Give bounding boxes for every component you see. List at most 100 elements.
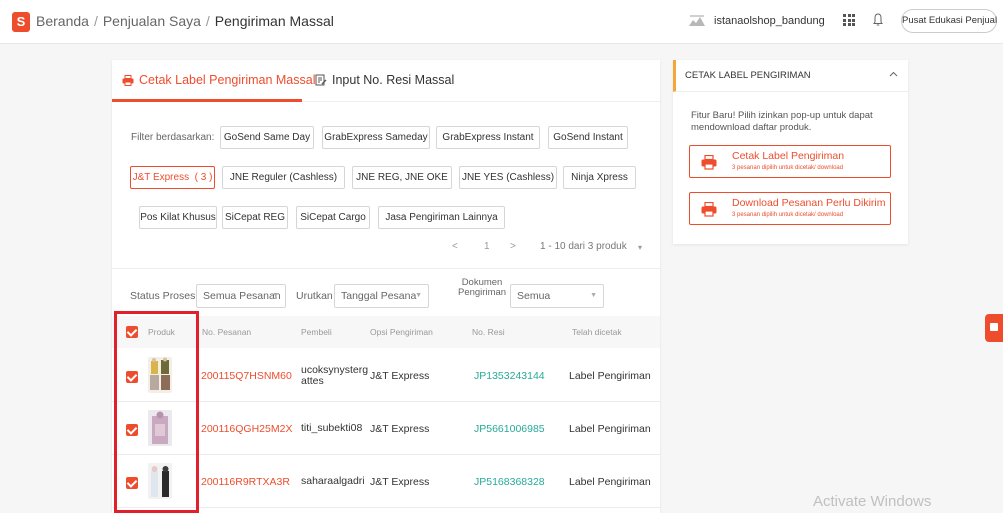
shop-account[interactable]: istanaolshop_bandung <box>688 10 825 32</box>
apps-grid-icon[interactable] <box>843 14 855 26</box>
sort-value: Tanggal Pesana <box>341 290 417 302</box>
printed-status: Label Pengiriman <box>569 370 651 382</box>
seller-education-button[interactable]: Pusat Edukasi Penjual <box>901 9 997 33</box>
chevron-down-icon: ▼ <box>415 292 422 299</box>
download-orders-button[interactable]: Download Pesanan Perlu Dikirim 3 pesanan… <box>689 192 891 225</box>
tracking-number[interactable]: JP5168368328 <box>474 476 545 488</box>
download-orders-button-sub: 3 pesanan dipilih untuk dicetak/ downloa… <box>732 212 844 218</box>
order-number[interactable]: 200116QGH25M2X <box>201 423 292 435</box>
status-dropdown[interactable]: Semua Pesanan ▼ <box>196 284 286 308</box>
row-checkbox[interactable] <box>126 371 138 383</box>
chevron-down-icon: ▼ <box>590 292 597 299</box>
sort-dropdown[interactable]: Tanggal Pesana ▼ <box>334 284 429 308</box>
table-row[interactable]: 200116QGH25M2X titi_subekti08 J&T Expres… <box>112 403 660 455</box>
row-checkbox[interactable] <box>126 424 138 436</box>
breadcrumb-current: Pengiriman Massal <box>214 13 334 29</box>
buyer-name-line2: attes <box>301 375 324 387</box>
print-label-button[interactable]: Cetak Label Pengiriman 3 pesanan dipilih… <box>689 145 891 178</box>
buyer-name: ucoksynysterg attes <box>301 365 368 387</box>
shop-avatar-icon <box>689 15 705 26</box>
filter-chip[interactable]: GrabExpress Sameday <box>322 126 430 149</box>
document-dropdown[interactable]: Semua ▼ <box>510 284 604 308</box>
chevron-down-icon: ▼ <box>272 292 279 299</box>
filter-chip[interactable]: GrabExpress Instant <box>436 126 540 149</box>
shop-name: istanaolshop_bandung <box>714 15 825 27</box>
tab-label: Cetak Label Pengiriman Massal <box>139 73 316 87</box>
filter-chip[interactable]: SiCepat Cargo <box>296 206 370 229</box>
buyer-name: saharaalgadri <box>301 475 365 487</box>
filter-chip[interactable]: GoSend Instant <box>548 126 628 149</box>
filter-chip[interactable]: JNE REG, JNE OKE <box>352 166 452 189</box>
pagination-range: 1 - 10 dari 3 produk <box>540 241 627 252</box>
main-card: Cetak Label Pengiriman Massal Input No. … <box>112 60 660 513</box>
order-number[interactable]: 200115Q7HSNM60 <box>201 370 292 382</box>
shipping-option: J&T Express <box>370 370 430 382</box>
filter-chip[interactable]: GoSend Same Day <box>220 126 314 149</box>
printed-status: Label Pengiriman <box>569 476 651 488</box>
filter-chip[interactable]: Pos Kilat Khusus <box>139 206 217 229</box>
filter-chip-selected[interactable]: J&T Express ( 3 ) <box>130 166 215 189</box>
product-thumbnail[interactable] <box>148 463 172 499</box>
pagination-prev[interactable]: < <box>452 241 458 252</box>
filter-chip[interactable]: Jasa Pengiriman Lainnya <box>378 206 505 229</box>
document-label-line2: Pengiriman <box>458 287 507 298</box>
document-edit-icon <box>315 74 327 86</box>
breadcrumb: Beranda / Penjualan Saya / Pengiriman Massal <box>36 13 334 29</box>
table-row[interactable]: 200115Q7HSNM60 ucoksynysterg attes J&T E… <box>112 350 660 402</box>
print-label-panel: CETAK LABEL PENGIRIMAN Fitur Baru! Pilih… <box>673 60 908 244</box>
shipping-option: J&T Express <box>370 423 430 435</box>
breadcrumb-separator: / <box>93 13 98 29</box>
select-all-checkbox[interactable] <box>126 326 138 338</box>
breadcrumb-home[interactable]: Beranda <box>36 13 89 29</box>
tab-bar: Cetak Label Pengiriman Massal Input No. … <box>112 60 660 102</box>
filter-label: Filter berdasarkan: <box>131 132 215 143</box>
filter-chip[interactable]: JNE Reguler (Cashless) <box>222 166 345 189</box>
tab-label: Input No. Resi Massal <box>332 73 455 87</box>
tracking-number[interactable]: JP5661006985 <box>474 423 545 435</box>
sort-label: Urutkan <box>296 290 333 302</box>
chat-icon[interactable] <box>985 314 1003 342</box>
row-checkbox[interactable] <box>126 477 138 489</box>
product-thumbnail[interactable] <box>148 410 172 446</box>
pagination-current-page[interactable]: 1 <box>484 241 490 252</box>
filter-chip[interactable]: SiCepat REG <box>222 206 288 229</box>
print-label-button-label: Cetak Label Pengiriman <box>732 150 845 162</box>
chevron-up-icon[interactable] <box>889 71 898 77</box>
column-header: No. Pesanan <box>202 327 252 337</box>
printer-icon <box>122 74 134 86</box>
tracking-number[interactable]: JP1353243144 <box>474 370 545 382</box>
panel-header[interactable]: CETAK LABEL PENGIRIMAN <box>673 60 908 92</box>
print-label-button-sub: 3 pesanan dipilih untuk dicetak/ downloa… <box>732 165 844 171</box>
bell-icon[interactable] <box>873 13 883 27</box>
column-header: Opsi Pengiriman <box>370 327 433 337</box>
document-value: Semua <box>517 290 551 302</box>
panel-title: CETAK LABEL PENGIRIMAN <box>685 70 811 81</box>
panel-info-text: Fitur Baru! Pilih izinkan pop-up untuk d… <box>691 110 873 133</box>
shipping-option: J&T Express <box>370 476 430 488</box>
printer-icon <box>701 155 717 170</box>
printed-status: Label Pengiriman <box>569 423 651 435</box>
column-header: Produk <box>148 327 175 337</box>
breadcrumb-sales[interactable]: Penjualan Saya <box>103 13 201 29</box>
pagination-next[interactable]: > <box>510 241 516 252</box>
product-thumbnail[interactable] <box>148 357 172 393</box>
filter-chip[interactable]: Ninja Xpress <box>563 166 636 189</box>
buyer-name: titi_subekti08 <box>301 422 363 434</box>
tab-input-resi-mass[interactable]: Input No. Resi Massal <box>315 73 454 87</box>
top-bar: S Beranda / Penjualan Saya / Pengiriman Mass… <box>0 0 1003 44</box>
table-row[interactable]: 200116R9RTXA3R saharaalgadri J&T Express… <box>112 456 660 508</box>
tab-print-label-mass[interactable]: Cetak Label Pengiriman Massal <box>122 73 315 87</box>
filter-chip[interactable]: JNE YES (Cashless) <box>459 166 557 189</box>
download-orders-button-label: Download Pesanan Perlu Dikirim <box>732 197 886 209</box>
divider <box>112 268 660 269</box>
pagination-range-caret[interactable]: ▾ <box>638 243 642 252</box>
column-header: Telah dicetak <box>572 327 622 337</box>
status-label: Status Proses <box>130 290 196 302</box>
table-header: Produk No. Pesanan Pembeli Opsi Pengirim… <box>112 316 660 348</box>
order-number[interactable]: 200116R9RTXA3R <box>201 476 290 488</box>
status-value: Semua Pesanan <box>203 290 281 302</box>
document-label: Dokumen Pengiriman <box>458 278 506 298</box>
shopee-logo[interactable]: S <box>12 12 30 32</box>
activation-watermark: Activate Windows <box>813 493 932 510</box>
printer-icon <box>701 202 717 217</box>
